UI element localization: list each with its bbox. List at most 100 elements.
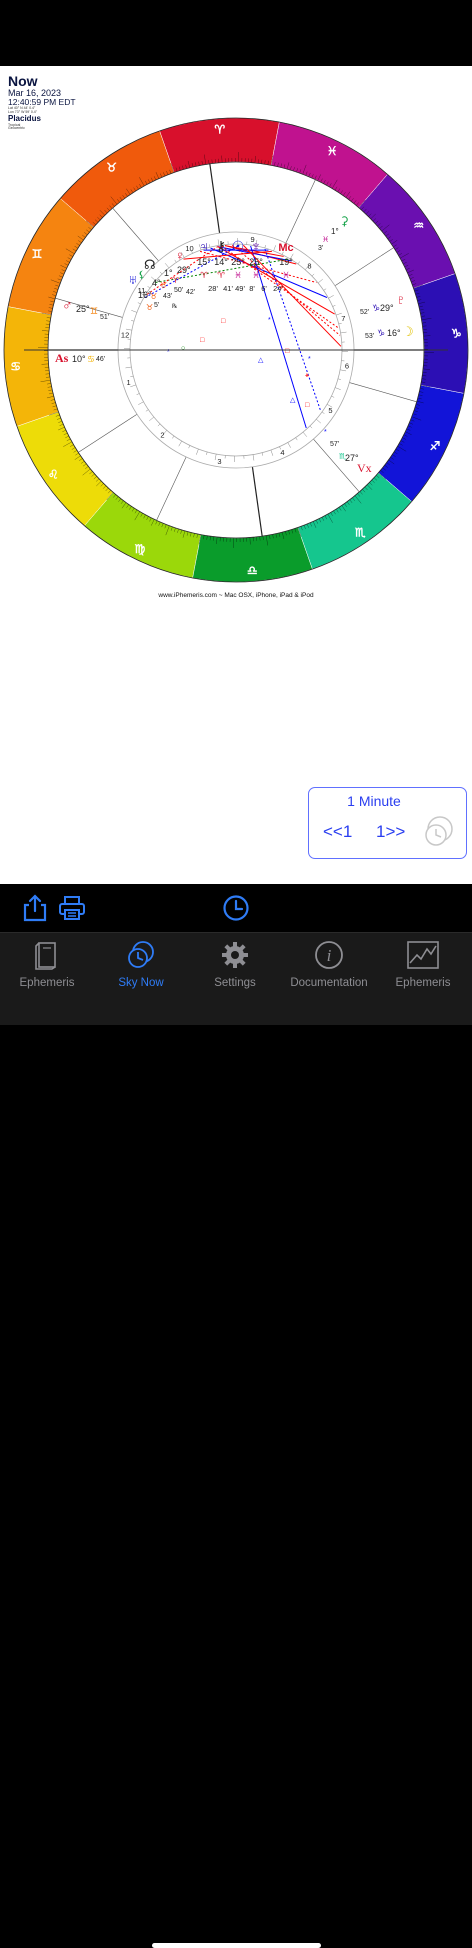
aspect-glyph: △	[290, 397, 296, 404]
moon-glyph: ☽	[402, 324, 414, 339]
house-number: 2	[160, 431, 164, 440]
mars-sign: ♊︎	[90, 306, 98, 316]
planet-minutes: 49'	[235, 284, 245, 293]
pluto-glyph: ♇	[396, 292, 406, 307]
eris-glyph: ⚳	[340, 214, 349, 228]
tab-ephemeris[interactable]: Ephemeris	[0, 939, 94, 989]
tab-sky-now[interactable]: Sky Now	[94, 939, 188, 989]
gear-icon	[188, 939, 282, 971]
vertex-glyph: Vx	[357, 461, 372, 475]
sign-glyph-aries: ♈︎	[214, 123, 225, 137]
house-number: 1	[127, 378, 131, 387]
planet-glyph: ♆	[251, 238, 262, 254]
planet-glyph: Mc	[278, 242, 293, 254]
planet-sign: ♓︎	[282, 270, 290, 280]
eris-minutes: 3'	[318, 245, 323, 252]
mars-minutes: 51'	[100, 314, 109, 321]
tab-settings[interactable]: Settings	[188, 939, 282, 989]
sign-glyph-taurus: ♉︎	[106, 160, 117, 174]
mars-degree: 25°	[76, 304, 90, 314]
node-sign: ♉︎	[160, 281, 167, 290]
planet-glyph: ☉	[232, 238, 245, 254]
planet-sign: ♓︎	[252, 270, 260, 280]
house-number: 4	[280, 448, 284, 457]
house-number: 3	[217, 457, 221, 466]
share-icon[interactable]	[22, 894, 48, 927]
sign-glyph-scorpio: ♏︎	[354, 526, 366, 540]
step-back-button[interactable]: <<1	[323, 822, 352, 842]
tab-label: Settings	[188, 977, 282, 989]
graph-icon	[376, 939, 470, 971]
planet-degree: 19°	[279, 257, 293, 267]
mars-glyph: ♂	[62, 297, 73, 313]
sign-glyph-cancer: ♋︎	[10, 359, 21, 373]
ascendant-glyph: As	[55, 351, 69, 365]
info-icon: i	[282, 939, 376, 971]
planet-degree: 25°	[249, 257, 263, 267]
house-number: 12	[121, 330, 129, 339]
sign-glyph-capricorn: ♑︎	[451, 327, 462, 341]
printer-icon[interactable]	[58, 894, 86, 927]
sign-glyph-gemini: ♊︎	[32, 247, 43, 261]
chiron-sign: ♉︎	[150, 292, 157, 301]
moon-sign: ♑︎	[377, 328, 385, 338]
planet-glyph: ♃	[199, 238, 210, 254]
uranus-sign: ♉︎	[146, 303, 153, 312]
footer-url: www.iPhemeris.com ~ Mac OSX, iPhone, iPa…	[0, 592, 472, 599]
time-step-control: 1 Minute <<1 1>>	[308, 787, 467, 859]
venus-minutes: 42'	[186, 289, 195, 296]
planet-minutes: 8'	[249, 284, 255, 293]
vertex-minutes: 57'	[330, 441, 339, 448]
node-minutes: 50'	[174, 287, 183, 294]
tab-label: Documentation	[282, 977, 376, 989]
planet-sign: ♈︎	[217, 270, 225, 280]
node-degree: 1°	[164, 268, 173, 278]
moon-degree: 16°	[387, 328, 401, 338]
pluto-sign: ♑︎	[372, 303, 380, 313]
venus-degree: 29°	[177, 265, 191, 275]
natal-chart-wheel[interactable]: □□□□△△****⚹○ ♈︎♉︎♊︎♋︎♌︎♍︎♎︎♏︎♐︎♑︎♒︎♓︎ 12…	[0, 114, 472, 584]
venus-glyph: ♀	[175, 248, 185, 263]
ascendant-sign: ♋︎	[87, 354, 95, 364]
status-bar	[0, 0, 472, 66]
sign-glyph-sagittarius: ♐︎	[430, 439, 441, 453]
home-indicator	[152, 1943, 321, 1948]
svg-text:i: i	[327, 946, 332, 965]
tab-label: Ephemeris	[0, 977, 94, 989]
sign-glyph-aquarius: ♒︎	[413, 219, 424, 233]
chiron-minutes: 5'	[154, 302, 159, 309]
planet-minutes: 41'	[223, 284, 233, 293]
moon-minutes: 53'	[365, 333, 374, 340]
uranus-glyph: ♅	[128, 272, 138, 287]
house-number: 7	[341, 314, 345, 323]
ascendant-minutes: 46'	[96, 356, 105, 363]
house-number: 5	[328, 406, 332, 415]
house-number: 6	[345, 362, 349, 371]
sign-glyph-virgo: ♍︎	[135, 542, 146, 556]
step-forward-button[interactable]: 1>>	[376, 822, 405, 842]
clock-faded-icon[interactable]	[423, 815, 457, 854]
aspect-glyph: ○	[181, 345, 185, 352]
clock-icon[interactable]	[222, 894, 250, 927]
eris-sign: ♓︎	[322, 235, 329, 244]
step-size-label[interactable]: 1 Minute	[309, 793, 439, 809]
planet-degree: 14°	[214, 257, 228, 267]
planet-minutes: 6'	[261, 284, 267, 293]
sign-glyph-libra: ♎︎	[247, 563, 258, 577]
venus-sign: ♈︎	[172, 276, 179, 285]
sky-now-icon	[94, 939, 188, 971]
house-number: 10	[185, 244, 193, 253]
tab-label: Ephemeris	[376, 977, 470, 989]
ascendant-degree: 10°	[72, 354, 86, 364]
planet-sign: ♓︎	[234, 270, 242, 280]
aspect-glyph: △	[258, 357, 264, 364]
aspect-glyph: *	[324, 429, 327, 436]
planet-degree: 25°	[231, 257, 245, 267]
eris-degree: 1°	[331, 227, 339, 236]
chart-page: Now Mar 16, 2023 12:40:59 PM EDT Lat 40°…	[0, 66, 472, 884]
tab-documentation[interactable]: i Documentation	[282, 939, 376, 989]
aspect-glyph: *	[308, 356, 311, 363]
tab-ephemeris-graph[interactable]: Ephemeris	[376, 939, 470, 989]
node-glyph: ☊	[144, 257, 156, 272]
planet-minutes: 28'	[208, 284, 218, 293]
